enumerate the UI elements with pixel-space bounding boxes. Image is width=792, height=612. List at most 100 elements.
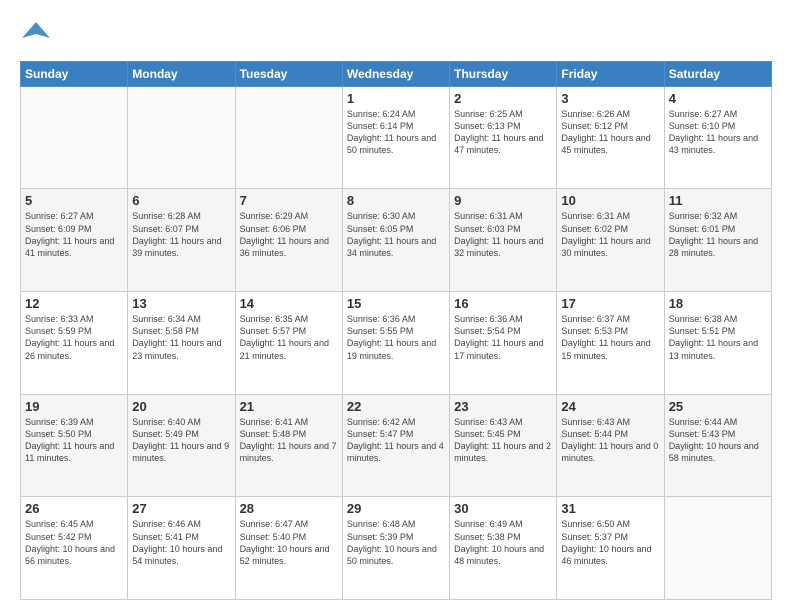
calendar-cell: 7Sunrise: 6:29 AM Sunset: 6:06 PM Daylig… [235, 189, 342, 292]
col-header-friday: Friday [557, 61, 664, 86]
day-info: Sunrise: 6:25 AM Sunset: 6:13 PM Dayligh… [454, 108, 552, 157]
day-number: 22 [347, 399, 445, 414]
day-number: 14 [240, 296, 338, 311]
calendar-cell: 21Sunrise: 6:41 AM Sunset: 5:48 PM Dayli… [235, 394, 342, 497]
day-number: 26 [25, 501, 123, 516]
calendar-cell [664, 497, 771, 600]
calendar-cell: 29Sunrise: 6:48 AM Sunset: 5:39 PM Dayli… [342, 497, 449, 600]
calendar-week-row: 26 Sunrise: 6:45 AM Sunset: 5:42 PM Dayli… [21, 497, 772, 600]
day-info: Sunrise: 6:44 AM Sunset: 5:43 PM Dayligh… [669, 416, 767, 465]
logo-bird-icon [22, 20, 50, 48]
day-number: 29 [347, 501, 445, 516]
calendar-cell: 2 Sunrise: 6:25 AM Sunset: 6:13 PM Daylig… [450, 86, 557, 189]
calendar-cell: 15 Sunrise: 6:36 AM Sunset: 5:55 PM Dayli… [342, 292, 449, 395]
day-number: 18 [669, 296, 767, 311]
day-info: Sunrise: 6:37 AM Sunset: 5:53 PM Dayligh… [561, 313, 659, 362]
day-number: 23 [454, 399, 552, 414]
day-info: Sunrise: 6:24 AM Sunset: 6:14 PM Dayligh… [347, 108, 445, 157]
day-number: 17 [561, 296, 659, 311]
col-header-thursday: Thursday [450, 61, 557, 86]
day-number: 15 [347, 296, 445, 311]
day-info: Sunrise: 6:27 AM Sunset: 6:09 PM Dayligh… [25, 210, 123, 259]
col-header-saturday: Saturday [664, 61, 771, 86]
day-number: 27 [132, 501, 230, 516]
col-header-sunday: Sunday [21, 61, 128, 86]
day-number: 20 [132, 399, 230, 414]
day-info: Sunrise: 6:31 AM Sunset: 6:02 PM Dayligh… [561, 210, 659, 259]
day-info: Sunrise: 6:31 AM Sunset: 6:03 PM Dayligh… [454, 210, 552, 259]
day-number: 3 [561, 91, 659, 106]
day-info: Sunrise: 6:45 AM Sunset: 5:42 PM Dayligh… [25, 518, 123, 567]
calendar-cell: 3 Sunrise: 6:26 AM Sunset: 6:12 PM Daylig… [557, 86, 664, 189]
day-number: 5 [25, 193, 123, 208]
calendar-cell: 8 Sunrise: 6:30 AM Sunset: 6:05 PM Daylig… [342, 189, 449, 292]
calendar-cell: 26 Sunrise: 6:45 AM Sunset: 5:42 PM Dayli… [21, 497, 128, 600]
day-info: Sunrise: 6:46 AM Sunset: 5:41 PM Dayligh… [132, 518, 230, 567]
calendar-cell: 30Sunrise: 6:49 AM Sunset: 5:38 PM Dayli… [450, 497, 557, 600]
day-info: Sunrise: 6:43 AM Sunset: 5:44 PM Dayligh… [561, 416, 659, 465]
day-number: 24 [561, 399, 659, 414]
calendar-cell: 9 Sunrise: 6:31 AM Sunset: 6:03 PM Daylig… [450, 189, 557, 292]
day-number: 9 [454, 193, 552, 208]
day-info: Sunrise: 6:35 AM Sunset: 5:57 PM Dayligh… [240, 313, 338, 362]
col-header-tuesday: Tuesday [235, 61, 342, 86]
day-info: Sunrise: 6:34 AM Sunset: 5:58 PM Dayligh… [132, 313, 230, 362]
header [20, 16, 772, 53]
calendar-week-row: 5 Sunrise: 6:27 AM Sunset: 6:09 PM Daylig… [21, 189, 772, 292]
page: SundayMondayTuesdayWednesdayThursdayFrid… [0, 0, 792, 612]
calendar-cell: 28 Sunrise: 6:47 AM Sunset: 5:40 PM Dayli… [235, 497, 342, 600]
day-number: 8 [347, 193, 445, 208]
day-number: 19 [25, 399, 123, 414]
day-number: 10 [561, 193, 659, 208]
calendar-cell: 11Sunrise: 6:32 AM Sunset: 6:01 PM Dayli… [664, 189, 771, 292]
calendar-header-row: SundayMondayTuesdayWednesdayThursdayFrid… [21, 61, 772, 86]
day-info: Sunrise: 6:30 AM Sunset: 6:05 PM Dayligh… [347, 210, 445, 259]
calendar-week-row: 1Sunrise: 6:24 AM Sunset: 6:14 PM Daylig… [21, 86, 772, 189]
calendar-cell: 31Sunrise: 6:50 AM Sunset: 5:37 PM Dayli… [557, 497, 664, 600]
day-number: 11 [669, 193, 767, 208]
calendar-cell [21, 86, 128, 189]
calendar-cell: 10 Sunrise: 6:31 AM Sunset: 6:02 PM Dayli… [557, 189, 664, 292]
day-info: Sunrise: 6:50 AM Sunset: 5:37 PM Dayligh… [561, 518, 659, 567]
calendar-cell: 19 Sunrise: 6:39 AM Sunset: 5:50 PM Dayli… [21, 394, 128, 497]
calendar-table: SundayMondayTuesdayWednesdayThursdayFrid… [20, 61, 772, 600]
day-info: Sunrise: 6:33 AM Sunset: 5:59 PM Dayligh… [25, 313, 123, 362]
day-info: Sunrise: 6:47 AM Sunset: 5:40 PM Dayligh… [240, 518, 338, 567]
calendar-week-row: 12Sunrise: 6:33 AM Sunset: 5:59 PM Dayli… [21, 292, 772, 395]
logo-text [20, 20, 50, 53]
calendar-cell: 23 Sunrise: 6:43 AM Sunset: 5:45 PM Dayli… [450, 394, 557, 497]
day-info: Sunrise: 6:29 AM Sunset: 6:06 PM Dayligh… [240, 210, 338, 259]
calendar-cell: 4 Sunrise: 6:27 AM Sunset: 6:10 PM Daylig… [664, 86, 771, 189]
day-number: 6 [132, 193, 230, 208]
calendar-cell: 6 Sunrise: 6:28 AM Sunset: 6:07 PM Daylig… [128, 189, 235, 292]
col-header-monday: Monday [128, 61, 235, 86]
logo [20, 20, 50, 53]
day-info: Sunrise: 6:28 AM Sunset: 6:07 PM Dayligh… [132, 210, 230, 259]
calendar-cell: 17 Sunrise: 6:37 AM Sunset: 5:53 PM Dayli… [557, 292, 664, 395]
calendar-cell: 14 Sunrise: 6:35 AM Sunset: 5:57 PM Dayli… [235, 292, 342, 395]
day-info: Sunrise: 6:42 AM Sunset: 5:47 PM Dayligh… [347, 416, 445, 465]
day-number: 25 [669, 399, 767, 414]
calendar-cell: 24 Sunrise: 6:43 AM Sunset: 5:44 PM Dayli… [557, 394, 664, 497]
calendar-cell: 22 Sunrise: 6:42 AM Sunset: 5:47 PM Dayli… [342, 394, 449, 497]
day-info: Sunrise: 6:40 AM Sunset: 5:49 PM Dayligh… [132, 416, 230, 465]
day-number: 4 [669, 91, 767, 106]
day-info: Sunrise: 6:39 AM Sunset: 5:50 PM Dayligh… [25, 416, 123, 465]
day-number: 28 [240, 501, 338, 516]
day-info: Sunrise: 6:27 AM Sunset: 6:10 PM Dayligh… [669, 108, 767, 157]
calendar-cell: 12Sunrise: 6:33 AM Sunset: 5:59 PM Dayli… [21, 292, 128, 395]
day-number: 13 [132, 296, 230, 311]
day-info: Sunrise: 6:43 AM Sunset: 5:45 PM Dayligh… [454, 416, 552, 465]
calendar-cell [235, 86, 342, 189]
calendar-cell: 27 Sunrise: 6:46 AM Sunset: 5:41 PM Dayli… [128, 497, 235, 600]
day-info: Sunrise: 6:36 AM Sunset: 5:55 PM Dayligh… [347, 313, 445, 362]
day-number: 2 [454, 91, 552, 106]
col-header-wednesday: Wednesday [342, 61, 449, 86]
calendar-cell: 18Sunrise: 6:38 AM Sunset: 5:51 PM Dayli… [664, 292, 771, 395]
calendar-cell: 13 Sunrise: 6:34 AM Sunset: 5:58 PM Dayli… [128, 292, 235, 395]
calendar-cell: 5 Sunrise: 6:27 AM Sunset: 6:09 PM Daylig… [21, 189, 128, 292]
day-number: 16 [454, 296, 552, 311]
day-info: Sunrise: 6:26 AM Sunset: 6:12 PM Dayligh… [561, 108, 659, 157]
calendar-cell: 16Sunrise: 6:36 AM Sunset: 5:54 PM Dayli… [450, 292, 557, 395]
calendar-cell: 20 Sunrise: 6:40 AM Sunset: 5:49 PM Dayli… [128, 394, 235, 497]
